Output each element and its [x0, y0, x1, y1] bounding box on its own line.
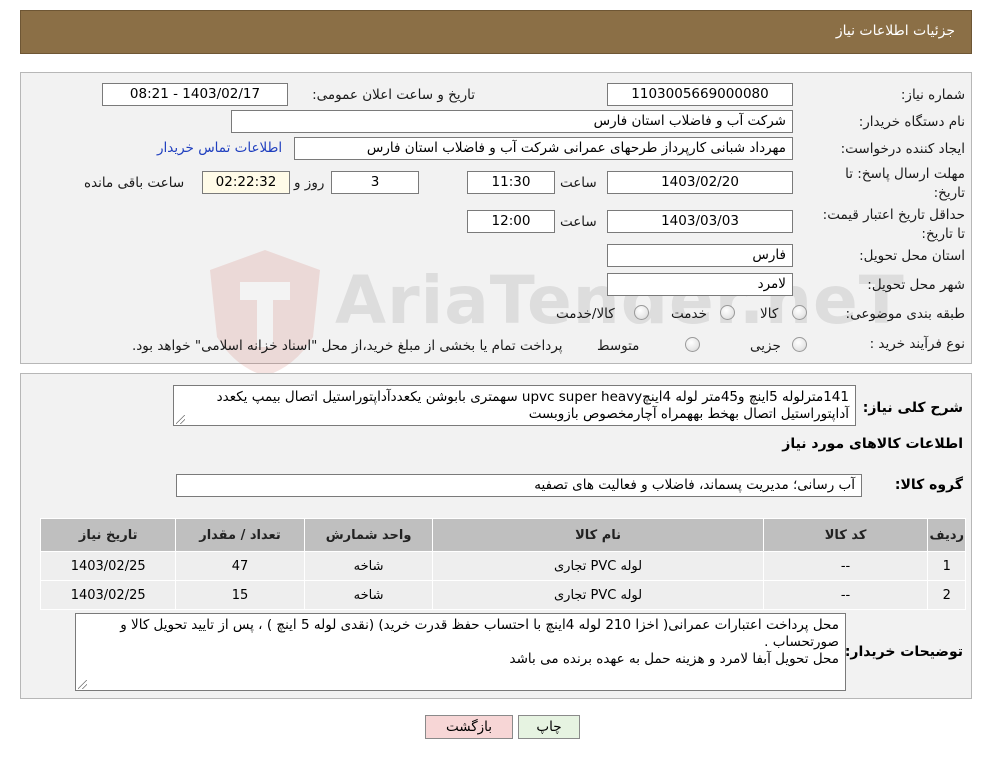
category-service-label: خدمت: [671, 306, 707, 322]
category-service-radio[interactable]: [720, 305, 735, 320]
summary-text: 141مترلوله 5اینچ و45متر لوله 4اینچupvc s…: [216, 389, 849, 422]
resize-handle-icon[interactable]: [176, 415, 185, 424]
process-medium-label: متوسط: [597, 338, 640, 354]
process-medium-radio[interactable]: [685, 337, 700, 352]
goods-table: ردیف کد کالا نام کالا واحد شمارش تعداد /…: [39, 518, 966, 610]
item-need-date: 1403/02/25: [39, 580, 177, 610]
process-note: پرداخت تمام یا بخشی از مبلغ خرید،از محل …: [132, 338, 563, 354]
category-goods-service-label: کالا/خدمت: [556, 306, 615, 322]
item-quantity: 15: [175, 580, 305, 610]
province-field: فارس: [607, 244, 793, 267]
summary-label: شرح کلی نیاز:: [862, 400, 963, 416]
buyer-notes-textarea[interactable]: محل پرداخت اعتبارات عمرانی( اخزا 210 لول…: [75, 613, 846, 691]
item-code: --: [762, 580, 929, 610]
col-unit: واحد شمارش: [303, 518, 434, 552]
item-unit: شاخه: [303, 580, 434, 610]
validity-time-field: 12:00: [467, 210, 555, 233]
item-code: --: [762, 551, 929, 581]
announce-label: تاریخ و ساعت اعلان عمومی:: [312, 87, 475, 103]
row-number: 1: [927, 551, 966, 581]
deadline-time-label: ساعت: [560, 175, 597, 191]
category-goods-radio[interactable]: [792, 305, 807, 320]
buyer-notes-line2: محل تحویل آبفا لامرد و هزینه حمل به عهده…: [509, 651, 839, 667]
deadline-date-field: 1403/02/20: [607, 171, 793, 194]
city-label: شهر محل تحویل:: [867, 277, 965, 293]
buyer-contact-link[interactable]: اطلاعات تماس خریدار: [157, 140, 282, 156]
days-label: روز و: [294, 175, 325, 191]
category-label: طبقه بندی موضوعی:: [845, 306, 965, 322]
page-header: جزئیات اطلاعات نیاز: [20, 10, 972, 54]
validity-time-label: ساعت: [560, 214, 597, 230]
summary-textarea[interactable]: 141مترلوله 5اینچ و45متر لوله 4اینچupvc s…: [173, 385, 856, 426]
col-quantity: تعداد / مقدار: [175, 518, 305, 552]
deadline-time-field: 11:30: [467, 171, 555, 194]
need-number-field: 1103005669000080: [607, 83, 793, 106]
back-button[interactable]: بازگشت: [425, 715, 513, 739]
goods-section-title: اطلاعات کالاهای مورد نیاز: [782, 436, 963, 452]
remaining-time-field: 02:22:32: [202, 171, 290, 194]
resize-handle-icon[interactable]: [78, 680, 87, 689]
table-row: 2 -- لوله PVC تجاری شاخه 15 1403/02/25: [39, 580, 966, 610]
creator-label: ایجاد کننده درخواست:: [840, 141, 965, 157]
item-unit: شاخه: [303, 551, 434, 581]
row-number: 2: [927, 580, 966, 610]
creator-field: مهرداد شبانی کارپرداز طرحهای عمرانی شرکت…: [294, 137, 793, 160]
announce-field: 1403/02/17 - 08:21: [102, 83, 288, 106]
province-label: استان محل تحویل:: [859, 248, 965, 264]
validity-date-field: 1403/03/03: [607, 210, 793, 233]
category-goods-service-radio[interactable]: [634, 305, 649, 320]
page-title: جزئیات اطلاعات نیاز: [835, 23, 955, 39]
days-count-field: 3: [331, 171, 419, 194]
process-label: نوع فرآیند خرید :: [869, 336, 965, 352]
table-row: 1 -- لوله PVC تجاری شاخه 47 1403/02/25: [39, 551, 966, 581]
col-need-date: تاریخ نیاز: [39, 518, 177, 552]
city-field: لامرد: [607, 273, 793, 296]
col-row: ردیف: [927, 518, 966, 552]
category-goods-label: کالا: [760, 306, 779, 322]
need-number-label: شماره نیاز:: [900, 87, 965, 103]
col-name: نام کالا: [432, 518, 764, 552]
item-name: لوله PVC تجاری: [432, 551, 764, 581]
goods-table-header: ردیف کد کالا نام کالا واحد شمارش تعداد /…: [39, 518, 966, 552]
item-name: لوله PVC تجاری: [432, 580, 764, 610]
buyer-org-label: نام دستگاه خریدار:: [858, 114, 965, 130]
process-partial-radio[interactable]: [792, 337, 807, 352]
buyer-notes-label: توضیحات خریدار:: [844, 644, 963, 660]
deadline-label: مهلت ارسال پاسخ: تا تاریخ:: [845, 166, 965, 201]
process-partial-label: جزیی: [750, 338, 781, 354]
validity-label: حداقل تاریخ اعتبار قیمت: تا تاریخ:: [822, 207, 965, 242]
goods-group-field: آب رسانی؛ مدیریت پسماند، فاضلاب و فعالیت…: [176, 474, 862, 497]
remaining-label: ساعت باقی مانده: [84, 175, 185, 191]
print-button[interactable]: چاپ: [518, 715, 580, 739]
col-code: کد کالا: [762, 518, 929, 552]
buyer-org-field: شرکت آب و فاضلاب استان فارس: [231, 110, 793, 133]
item-need-date: 1403/02/25: [39, 551, 177, 581]
buyer-notes-line1: محل پرداخت اعتبارات عمرانی( اخزا 210 لول…: [120, 617, 839, 650]
item-quantity: 47: [175, 551, 305, 581]
goods-group-label: گروه کالا:: [894, 477, 963, 493]
